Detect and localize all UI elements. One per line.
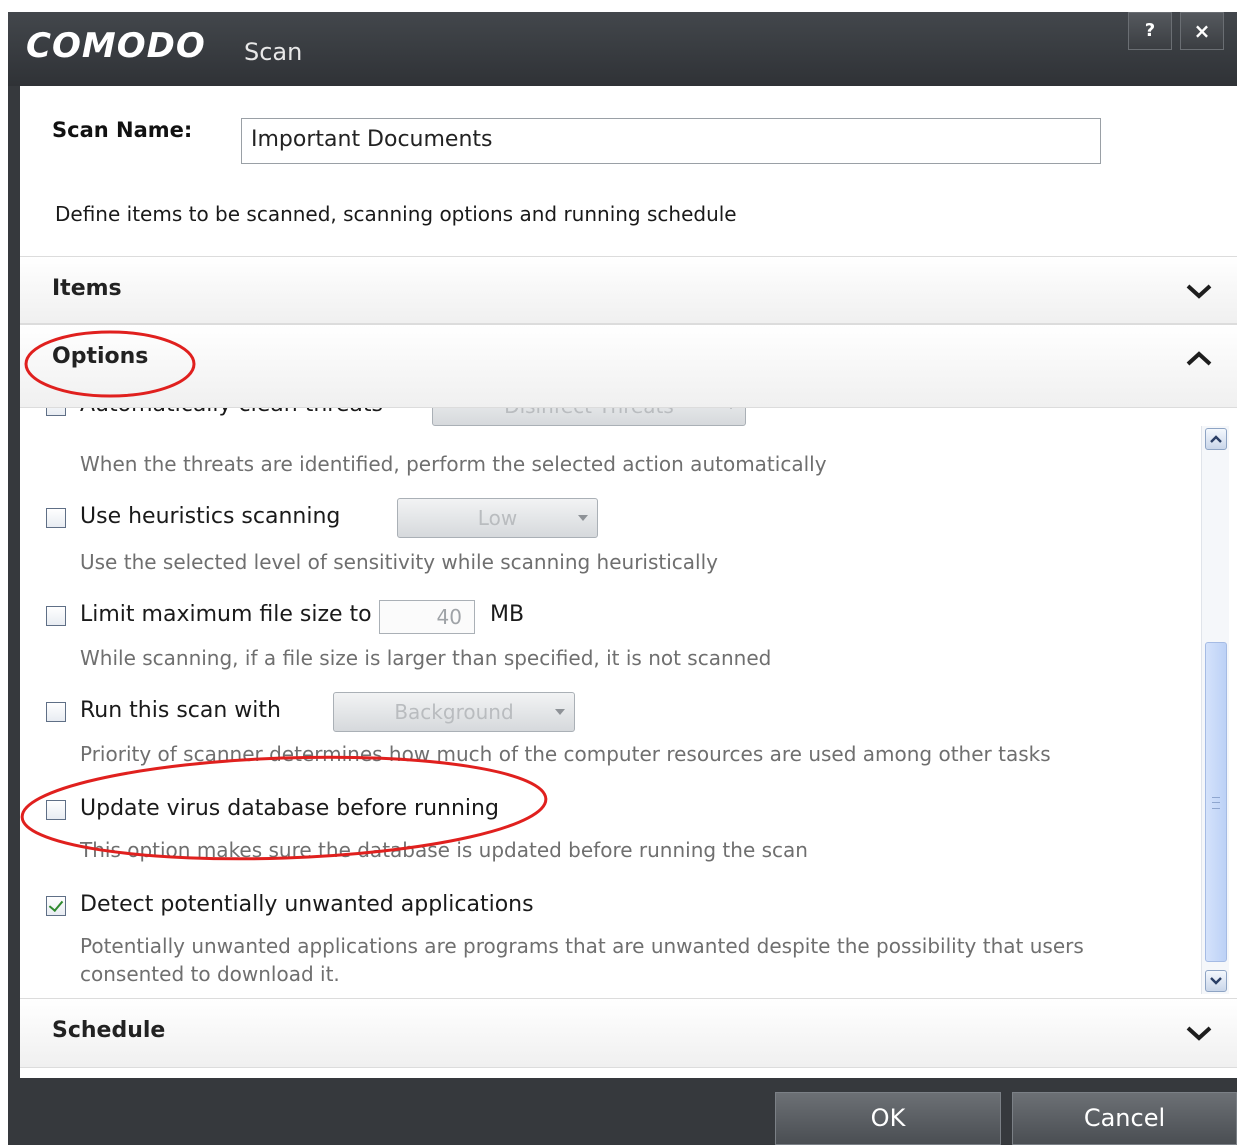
auto-clean-select[interactable]: Disinfect Threats bbox=[432, 408, 746, 426]
detect-pua-description-line2: consented to download it. bbox=[80, 962, 340, 986]
scroll-thumb[interactable] bbox=[1205, 642, 1227, 962]
auto-clean-label: Automatically clean threats bbox=[80, 408, 383, 417]
heuristics-label: Use heuristics scanning bbox=[80, 504, 341, 529]
options-section-label: Options bbox=[52, 344, 149, 369]
heuristics-description: Use the selected level of sensitivity wh… bbox=[80, 550, 719, 574]
window-title: Scan bbox=[244, 38, 303, 66]
close-button[interactable]: × bbox=[1180, 12, 1224, 50]
limit-size-description: While scanning, if a file size is larger… bbox=[80, 646, 772, 670]
scroll-down-icon bbox=[1210, 977, 1222, 985]
scroll-down-button[interactable] bbox=[1205, 970, 1227, 992]
options-panel: Automatically clean threats Disinfect Th… bbox=[20, 408, 1237, 998]
scan-description: Define items to be scanned, scanning opt… bbox=[55, 202, 737, 226]
items-section-label: Items bbox=[52, 276, 122, 301]
schedule-section-header[interactable]: Schedule bbox=[20, 998, 1237, 1068]
detect-pua-label: Detect potentially unwanted applications bbox=[80, 892, 534, 917]
chevron-down-icon bbox=[1186, 284, 1212, 299]
scroll-up-icon bbox=[1210, 435, 1222, 443]
options-scrollbar[interactable] bbox=[1201, 426, 1229, 994]
dialog-content: Scan Name: Important Documents Define it… bbox=[20, 86, 1237, 1078]
chevron-up-icon bbox=[1186, 351, 1212, 366]
priority-checkbox[interactable] bbox=[46, 702, 66, 722]
limit-size-checkbox[interactable] bbox=[46, 606, 66, 626]
cancel-button[interactable]: Cancel bbox=[1012, 1092, 1237, 1145]
detect-pua-description-line1: Potentially unwanted applications are pr… bbox=[80, 934, 1084, 958]
comodo-logo: COMODO bbox=[26, 26, 206, 66]
auto-clean-description: When the threats are identified, perform… bbox=[80, 452, 827, 476]
priority-label: Run this scan with bbox=[80, 698, 281, 723]
max-file-size-input[interactable]: 40 bbox=[379, 600, 475, 634]
options-section-header[interactable]: Options bbox=[20, 324, 1237, 408]
title-bar: COMODO Scan ? × bbox=[8, 12, 1237, 86]
heuristics-checkbox[interactable] bbox=[46, 508, 66, 528]
items-section-header[interactable]: Items bbox=[20, 256, 1237, 324]
scan-name-label: Scan Name: bbox=[52, 118, 193, 142]
help-button[interactable]: ? bbox=[1128, 12, 1172, 50]
update-db-description: This option makes sure the database is u… bbox=[80, 838, 808, 862]
schedule-section-label: Schedule bbox=[52, 1018, 166, 1043]
priority-description: Priority of scanner determines how much … bbox=[80, 742, 1051, 766]
scan-dialog: COMODO Scan ? × Scan Name: Important Doc… bbox=[8, 12, 1237, 1145]
update-db-checkbox[interactable] bbox=[46, 800, 66, 820]
scan-name-input[interactable]: Important Documents bbox=[241, 118, 1101, 164]
detect-pua-checkbox[interactable] bbox=[46, 896, 66, 916]
limit-size-label: Limit maximum file size to bbox=[80, 602, 372, 627]
chevron-down-icon bbox=[1186, 1026, 1212, 1041]
auto-clean-checkbox[interactable] bbox=[46, 408, 66, 416]
size-unit-label: MB bbox=[490, 602, 525, 627]
dialog-footer: OK Cancel bbox=[8, 1078, 1237, 1145]
heuristics-select[interactable]: Low bbox=[397, 498, 598, 538]
ok-button[interactable]: OK bbox=[775, 1092, 1001, 1145]
scroll-up-button[interactable] bbox=[1205, 428, 1227, 450]
priority-select[interactable]: Background bbox=[333, 692, 575, 732]
update-db-label: Update virus database before running bbox=[80, 796, 499, 821]
scroll-grip-icon bbox=[1212, 797, 1220, 809]
